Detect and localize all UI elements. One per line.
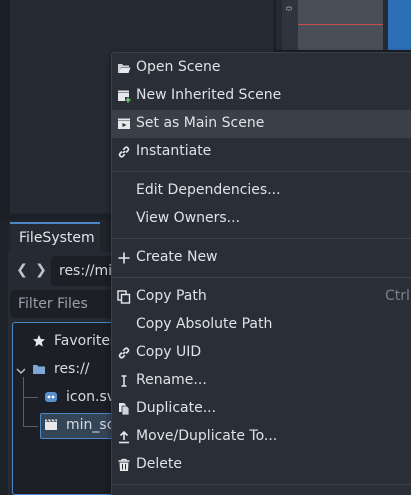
- menu-item-new-inherited-scene[interactable]: New Inherited Scene: [112, 82, 411, 110]
- menu-item-open-scene[interactable]: Open Scene: [112, 54, 411, 82]
- link-icon: [118, 146, 130, 158]
- menu-item-label: Duplicate...: [136, 400, 217, 416]
- nav-forward-button[interactable]: ❯: [34, 262, 48, 278]
- menu-separator: [112, 277, 411, 278]
- menu-item-label: Move/Duplicate To...: [136, 428, 278, 444]
- menu-item-label: Copy Absolute Path: [136, 316, 273, 332]
- nav-back-button[interactable]: ❮: [15, 262, 29, 278]
- menu-item-set-as-main-scene[interactable]: Set as Main Scene: [112, 110, 411, 138]
- tree-guide-line: [23, 377, 24, 427]
- tab-filesystem[interactable]: FileSystem: [10, 222, 100, 252]
- menu-item-copy-absolute-path[interactable]: Copy Absolute Path: [112, 311, 411, 339]
- menu-item-delete[interactable]: Delete: [112, 451, 411, 479]
- menu-item-label: Copy Path: [136, 288, 207, 304]
- move-icon: [119, 430, 129, 444]
- menu-item-copy-path[interactable]: Copy Path Ctrl+: [112, 283, 411, 311]
- menu-item-label: Delete: [136, 456, 182, 472]
- menu-separator: [112, 238, 411, 239]
- tree-guide-line: [24, 397, 38, 398]
- menu-item-move-duplicate-to[interactable]: Move/Duplicate To...: [112, 423, 411, 451]
- menu-item-duplicate[interactable]: Duplicate...: [112, 395, 411, 423]
- canvas-selection-strip: [388, 0, 411, 50]
- ruler-label: 0: [284, 6, 293, 12]
- menu-separator: [112, 171, 411, 172]
- menu-item-label: Set as Main Scene: [136, 115, 265, 131]
- menu-separator: [112, 484, 411, 485]
- menu-item-label: Open Scene: [136, 59, 221, 75]
- menu-item-label: Create New: [136, 249, 218, 265]
- star-icon: [33, 335, 45, 347]
- menu-item-label: View Owners...: [136, 210, 241, 226]
- menu-item-label: Rename...: [136, 372, 207, 388]
- folder-open-icon: [118, 64, 131, 73]
- menu-item-instantiate[interactable]: Instantiate: [112, 138, 411, 166]
- tree-item-label: min_sc: [66, 417, 115, 433]
- menu-item-label: New Inherited Scene: [136, 87, 282, 103]
- plus-icon: [118, 252, 130, 264]
- canvas-area[interactable]: [298, 0, 383, 50]
- new-inherited-scene-icon: [118, 90, 131, 103]
- copy-icon: [117, 290, 131, 304]
- menu-item-create-new[interactable]: Create New: [112, 244, 411, 272]
- trash-icon: [118, 458, 130, 471]
- menu-item-rename[interactable]: Rename...: [112, 367, 411, 395]
- menu-item-label: Instantiate: [136, 143, 212, 159]
- tree-guide-line: [24, 426, 38, 427]
- rename-icon: [121, 375, 127, 387]
- duplicate-icon: [119, 403, 130, 416]
- main-scene-icon: [118, 118, 130, 129]
- clapperboard-icon: [45, 419, 57, 430]
- menu-item-edit-dependencies[interactable]: Edit Dependencies...: [112, 177, 411, 205]
- tree-item-label: icon.sv: [66, 389, 116, 405]
- menu-item-label: Edit Dependencies...: [136, 182, 281, 198]
- menu-item-shortcut: Ctrl+: [385, 288, 411, 304]
- folder-icon: [33, 365, 45, 374]
- menu-item-label: Copy UID: [136, 344, 202, 360]
- menu-item-copy-uid[interactable]: Copy UID: [112, 339, 411, 367]
- link-icon: [118, 347, 130, 359]
- vertical-ruler: 0: [282, 0, 298, 50]
- godot-icon: [45, 392, 57, 402]
- chevron-down-icon[interactable]: [16, 364, 26, 378]
- menu-item-view-owners[interactable]: View Owners...: [112, 205, 411, 233]
- canvas-axis-line: [298, 24, 383, 25]
- tree-item-label: Favorites: [54, 333, 118, 349]
- tree-item-label: res://: [54, 361, 90, 377]
